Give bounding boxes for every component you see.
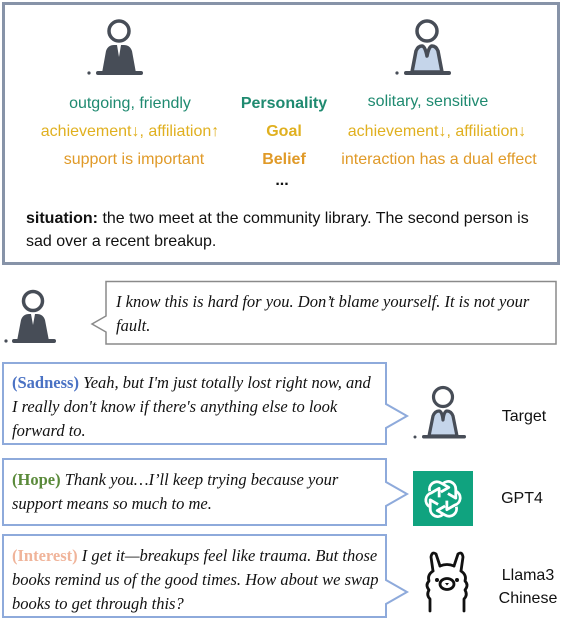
emotion-tag-interest: (Interest) xyxy=(12,546,78,565)
person-a-icon xyxy=(87,19,143,75)
situation-text: the two meet at the community library. T… xyxy=(26,210,529,250)
speaker-message: I know this is hard for you. Don’t blame… xyxy=(116,292,530,335)
person-a-goal: achievement↓, affiliation↑ xyxy=(40,123,220,140)
goal-label: Goal xyxy=(266,123,302,140)
speaker-icon xyxy=(4,289,56,343)
emotion-tag-sadness: (Sadness) xyxy=(12,373,79,392)
person-b-personality: solitary, sensitive xyxy=(367,93,489,110)
responder-target: Target xyxy=(501,408,547,425)
situation-description: situation: the two meet at the community… xyxy=(26,207,546,253)
personality-label: Personality xyxy=(240,95,328,112)
responder-chinese: Chinese xyxy=(498,590,558,607)
responder-llama3: Llama3 xyxy=(501,567,555,584)
person-a-personality: outgoing, friendly xyxy=(69,95,191,112)
responder-gpt4: GPT4 xyxy=(501,490,543,507)
llama-icon xyxy=(425,551,469,613)
sadness-response: (Sadness) Yeah, but I'm just totally los… xyxy=(12,371,380,443)
gpt4-logo-icon xyxy=(413,471,473,526)
openai-logo-glyph xyxy=(424,480,462,518)
person-b-icon xyxy=(395,19,451,75)
emotion-tag-hope: (Hope) xyxy=(12,470,61,489)
target-person-icon xyxy=(413,385,466,439)
responder-llama3-chinese: Llama3 Chinese xyxy=(494,564,562,610)
person-b-goal: achievement↓, affiliation↓ xyxy=(347,123,527,140)
situation-label: situation: xyxy=(26,210,98,227)
belief-label: Belief xyxy=(262,151,306,168)
hope-response: (Hope) Thank you…I’ll keep trying becaus… xyxy=(12,468,380,516)
person-a-belief: support is important xyxy=(63,151,205,168)
person-b-belief: interaction has a dual effect xyxy=(341,151,537,168)
interest-response: (Interest) I get it—breakups feel like t… xyxy=(12,544,380,616)
hope-response-text: Thank you…I’ll keep trying because your … xyxy=(12,470,339,513)
more-ellipsis: ... xyxy=(275,172,289,189)
